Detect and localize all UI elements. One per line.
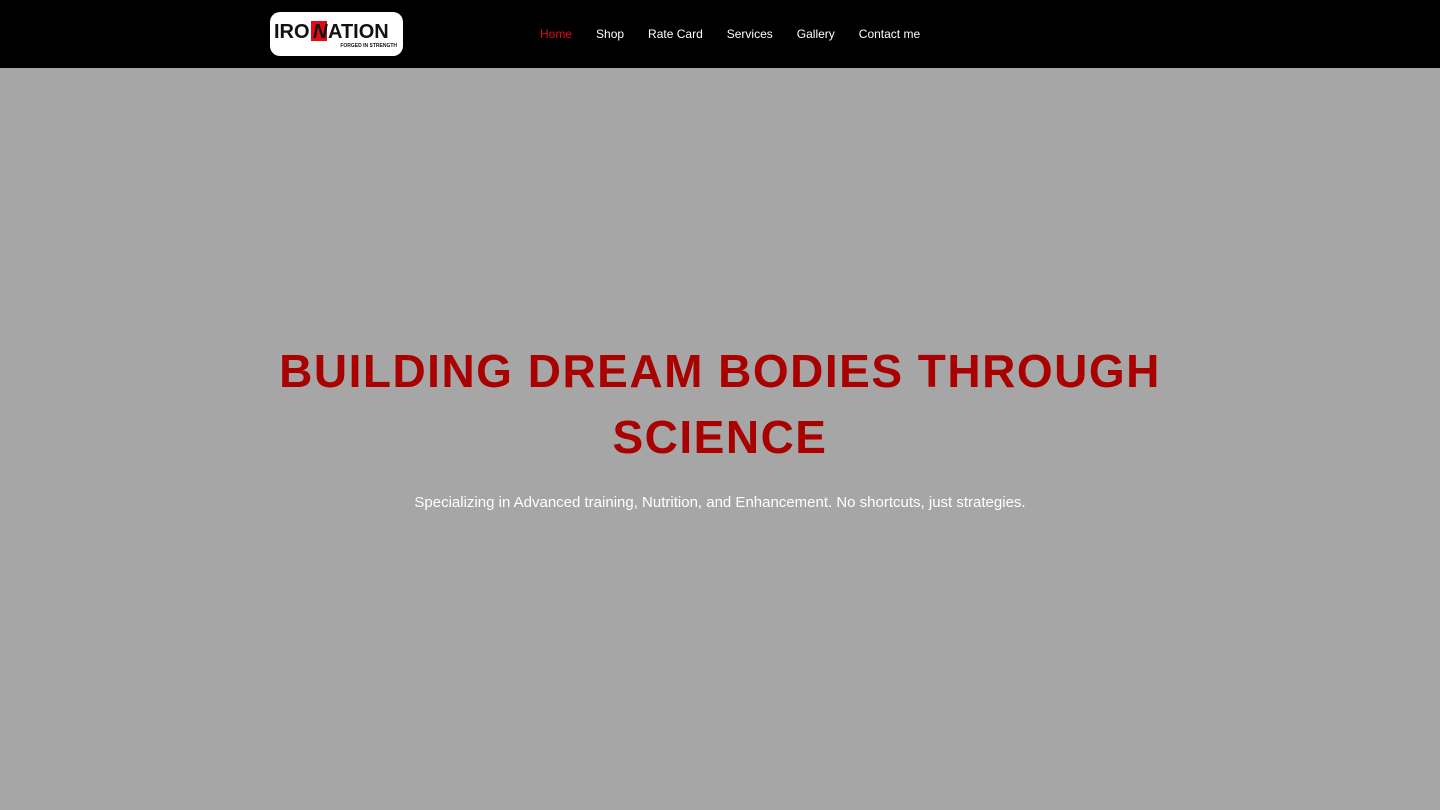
logo-text-part3: ATION xyxy=(328,21,389,43)
nav-link-home[interactable]: Home xyxy=(540,27,572,41)
top-navbar: IRO N ATION FORGED IN STRENGTH Home Shop… xyxy=(0,0,1440,68)
logo-tagline: FORGED IN STRENGTH xyxy=(340,43,397,49)
nav-link-gallery[interactable]: Gallery xyxy=(797,27,835,41)
logo-text-part1: IRO xyxy=(274,21,310,43)
page: IRO N ATION FORGED IN STRENGTH Home Shop… xyxy=(0,0,1440,810)
logo-text-part2: N xyxy=(313,21,328,43)
nav-link-shop[interactable]: Shop xyxy=(596,27,624,41)
nav-link-contact-me[interactable]: Contact me xyxy=(859,27,920,41)
hero-section: BUILDING DREAM BODIES THROUGH SCIENCE Sp… xyxy=(0,68,1440,810)
ironation-logo-icon: IRO N ATION FORGED IN STRENGTH xyxy=(274,21,397,49)
site-logo[interactable]: IRO N ATION FORGED IN STRENGTH xyxy=(270,12,403,56)
nav-link-rate-card[interactable]: Rate Card xyxy=(648,27,703,41)
nav-link-services[interactable]: Services xyxy=(727,27,773,41)
hero-title: BUILDING DREAM BODIES THROUGH SCIENCE xyxy=(279,345,1161,463)
main-navigation: Home Shop Rate Card Services Gallery Con… xyxy=(540,0,944,68)
hero-subtitle: Specializing in Advanced training, Nutri… xyxy=(414,494,1026,511)
